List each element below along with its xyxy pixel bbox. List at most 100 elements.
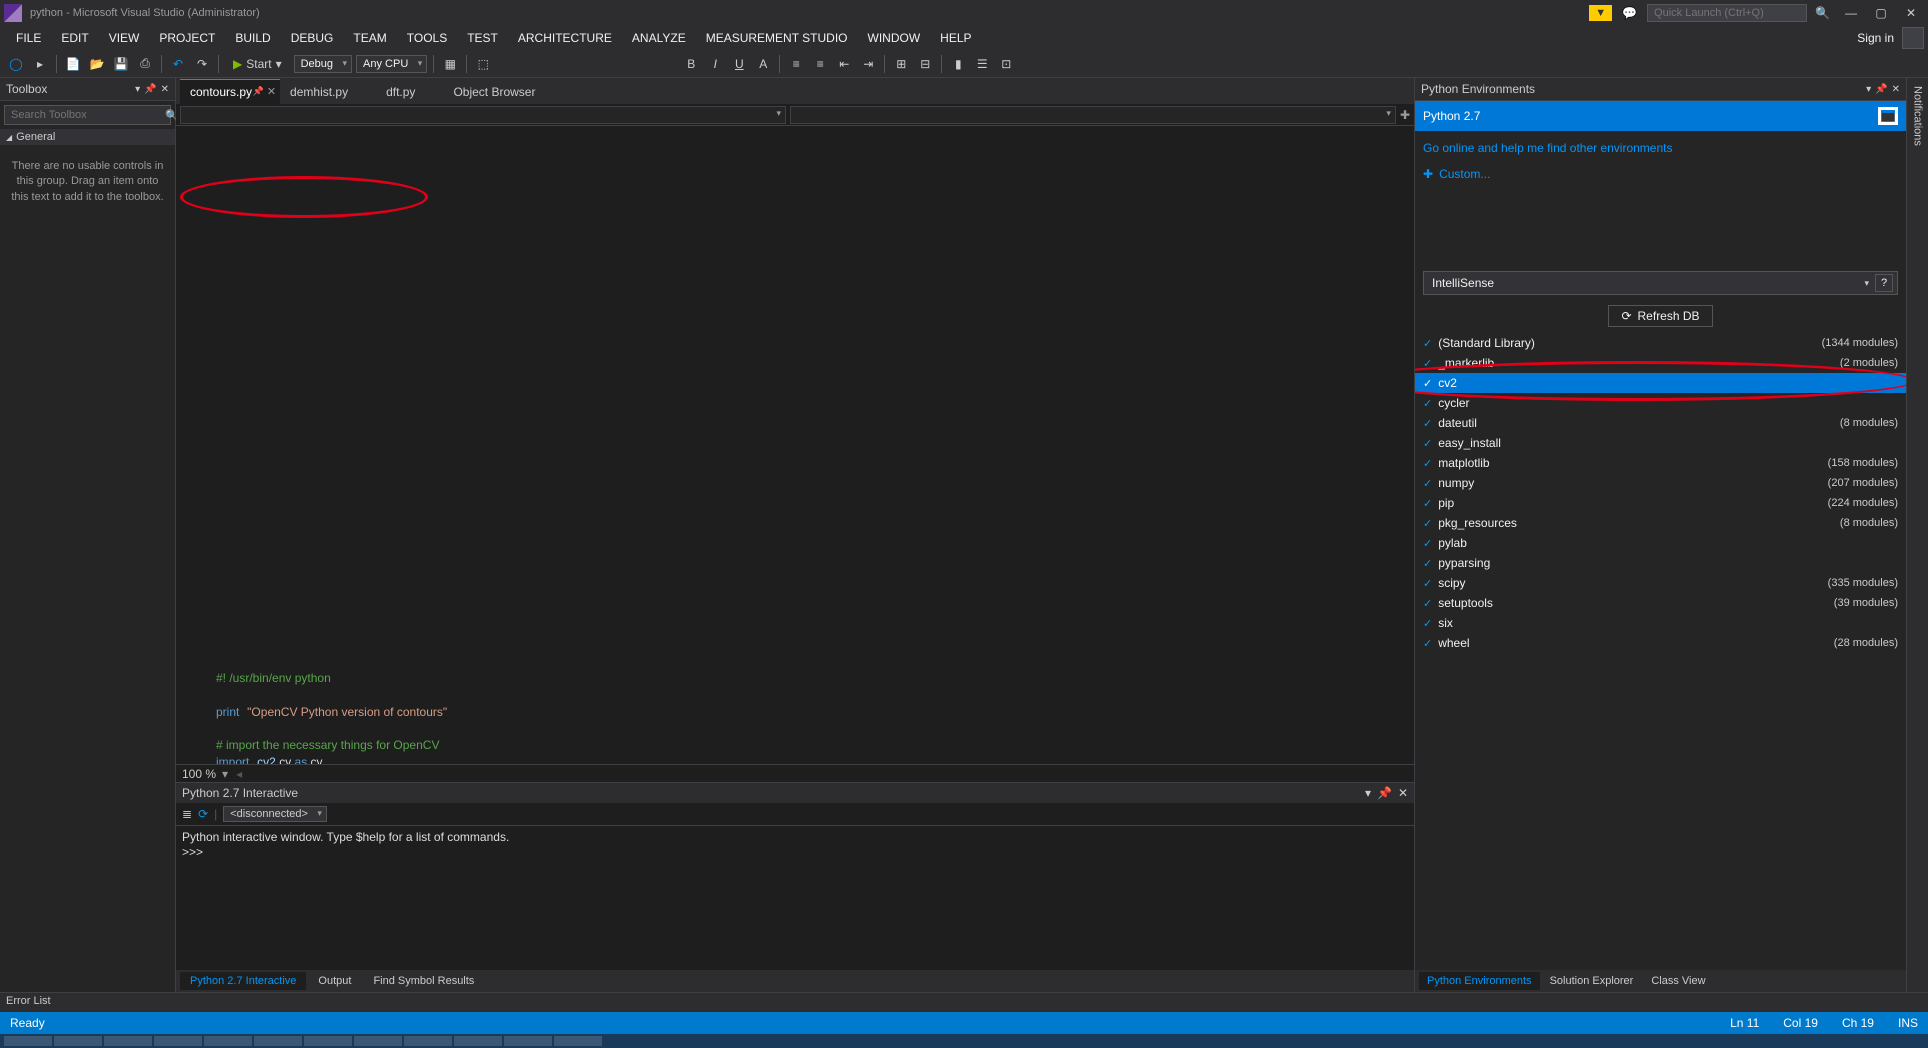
menu-test[interactable]: TEST [457, 29, 508, 47]
interactive-window-icon[interactable] [1878, 107, 1898, 125]
tab-class-view[interactable]: Class View [1643, 972, 1713, 990]
module-numpy[interactable]: ✓numpy(207 modules) [1415, 473, 1906, 493]
custom-env-link[interactable]: ✚Custom... [1415, 161, 1906, 187]
tab-contours[interactable]: contours.py📌✕ [180, 79, 280, 104]
pin-icon[interactable]: 📌 [144, 84, 156, 95]
module-six[interactable]: ✓six [1415, 613, 1906, 633]
help-icon[interactable]: ? [1875, 274, 1893, 292]
config-dropdown[interactable]: Debug [294, 55, 352, 73]
error-list-tab[interactable]: Error List [0, 992, 1928, 1012]
module-setuptools[interactable]: ✓setuptools(39 modules) [1415, 593, 1906, 613]
module-pylab[interactable]: ✓pylab [1415, 533, 1906, 553]
module-pip[interactable]: ✓pip(224 modules) [1415, 493, 1906, 513]
tab-dft[interactable]: dft.py [376, 80, 443, 104]
undo-icon[interactable]: ↶ [168, 54, 188, 74]
tab-demhist[interactable]: demhist.py [280, 80, 376, 104]
tab-output[interactable]: Output [308, 972, 361, 990]
refresh-db-button[interactable]: ⟳Refresh DB [1608, 305, 1712, 327]
close-icon[interactable]: ✕ [1398, 786, 1408, 800]
bold-icon[interactable]: B [681, 54, 701, 74]
selected-env[interactable]: Python 2.7 [1415, 101, 1906, 131]
nav-back-icon[interactable]: ◯ [6, 54, 26, 74]
notification-flag-icon[interactable]: ▼ [1589, 5, 1612, 21]
toggle-icon[interactable]: ⊡ [996, 54, 1016, 74]
tab-object-browser[interactable]: Object Browser [443, 80, 563, 104]
pin-icon[interactable]: 📌 [253, 86, 264, 97]
find-env-link[interactable]: Go online and help me find other environ… [1415, 131, 1906, 161]
intellisense-dropdown[interactable]: IntelliSense ▾ ? [1423, 271, 1898, 295]
comment-icon[interactable]: ⊞ [891, 54, 911, 74]
zoom-dropdown[interactable]: 100 % [182, 767, 216, 781]
module-matplotlib[interactable]: ✓matplotlib(158 modules) [1415, 453, 1906, 473]
reset-icon[interactable]: ⟳ [198, 807, 208, 821]
dropdown-icon[interactable]: ▾ [1365, 786, 1371, 800]
process-icon[interactable]: ▦ [440, 54, 460, 74]
dropdown-icon[interactable]: ▾ [135, 84, 140, 95]
save-all-icon[interactable]: ⎙ [135, 54, 155, 74]
menu-project[interactable]: PROJECT [149, 29, 225, 47]
platform-dropdown[interactable]: Any CPU [356, 55, 427, 73]
feedback-icon[interactable]: 💬 [1616, 6, 1643, 20]
code-editor[interactable]: #! /usr/bin/env python print "OpenCV Pyt… [176, 126, 1414, 764]
menu-help[interactable]: HELP [930, 29, 981, 47]
tab-python-interactive[interactable]: Python 2.7 Interactive [180, 972, 306, 990]
open-icon[interactable]: 📂 [87, 54, 107, 74]
indent-icon[interactable]: ⇥ [858, 54, 878, 74]
scope-icon[interactable]: ≣ [182, 807, 192, 821]
user-icon[interactable] [1902, 27, 1924, 49]
module-pkgresources[interactable]: ✓pkg_resources(8 modules) [1415, 513, 1906, 533]
menu-file[interactable]: FILE [6, 29, 51, 47]
menu-build[interactable]: BUILD [225, 29, 280, 47]
scope-dropdown[interactable] [180, 106, 786, 124]
uncomment-icon[interactable]: ⊟ [915, 54, 935, 74]
close-icon[interactable]: ✕ [267, 85, 276, 98]
new-project-icon[interactable]: 📄 [63, 54, 83, 74]
module-list[interactable]: ✓(Standard Library)(1344 modules)✓_marke… [1415, 333, 1906, 970]
menu-edit[interactable]: EDIT [51, 29, 98, 47]
italic-icon[interactable]: I [705, 54, 725, 74]
menu-debug[interactable]: DEBUG [281, 29, 344, 47]
close-icon[interactable]: ✕ [1892, 84, 1900, 95]
font-color-icon[interactable]: A [753, 54, 773, 74]
dropdown-icon[interactable]: ▾ [1866, 84, 1871, 95]
menu-architecture[interactable]: ARCHITECTURE [508, 29, 622, 47]
list-icon[interactable]: ☰ [972, 54, 992, 74]
pin-icon[interactable]: 📌 [1377, 786, 1392, 800]
toolbox-search-input[interactable] [5, 106, 159, 124]
module-dateutil[interactable]: ✓dateutil(8 modules) [1415, 413, 1906, 433]
save-icon[interactable]: 💾 [111, 54, 131, 74]
split-icon[interactable]: ✚ [1400, 108, 1410, 122]
module-markerlib[interactable]: ✓_markerlib(2 modules) [1415, 353, 1906, 373]
tab-find-symbol[interactable]: Find Symbol Results [363, 972, 484, 990]
align-left-icon[interactable]: ≡ [786, 54, 806, 74]
quick-launch-input[interactable] [1647, 4, 1807, 22]
align-center-icon[interactable]: ≡ [810, 54, 830, 74]
nav-fwd-icon[interactable]: ▸ [30, 54, 50, 74]
notifications-tab[interactable]: Notifications [1906, 78, 1928, 992]
toolbox-search[interactable]: 🔍 [4, 105, 171, 125]
tab-solution-explorer[interactable]: Solution Explorer [1542, 972, 1642, 990]
underline-icon[interactable]: U [729, 54, 749, 74]
module-cv2[interactable]: ✓cv2 [1415, 373, 1906, 393]
module-easyinstall[interactable]: ✓easy_install [1415, 433, 1906, 453]
menu-window[interactable]: WINDOW [858, 29, 931, 47]
menu-analyze[interactable]: ANALYZE [622, 29, 696, 47]
close-icon[interactable]: ✕ [161, 84, 169, 95]
toolbox-group-general[interactable]: General [0, 129, 175, 145]
menu-view[interactable]: VIEW [99, 29, 150, 47]
close-button[interactable]: ✕ [1898, 6, 1924, 20]
tab-python-env[interactable]: Python Environments [1419, 972, 1540, 990]
menu-tools[interactable]: TOOLS [397, 29, 457, 47]
module-wheel[interactable]: ✓wheel(28 modules) [1415, 633, 1906, 653]
menu-measurement[interactable]: MEASUREMENT STUDIO [696, 29, 858, 47]
bookmark-icon[interactable]: ▮ [948, 54, 968, 74]
minimize-button[interactable]: — [1838, 6, 1864, 20]
sign-in-link[interactable]: Sign in [1857, 31, 1894, 45]
ni-icon[interactable]: ⬚ [473, 54, 493, 74]
module-standardlibrary[interactable]: ✓(Standard Library)(1344 modules) [1415, 333, 1906, 353]
module-scipy[interactable]: ✓scipy(335 modules) [1415, 573, 1906, 593]
redo-icon[interactable]: ↷ [192, 54, 212, 74]
pin-icon[interactable]: 📌 [1875, 84, 1887, 95]
outdent-icon[interactable]: ⇤ [834, 54, 854, 74]
search-icon[interactable]: 🔍 [1811, 6, 1834, 20]
